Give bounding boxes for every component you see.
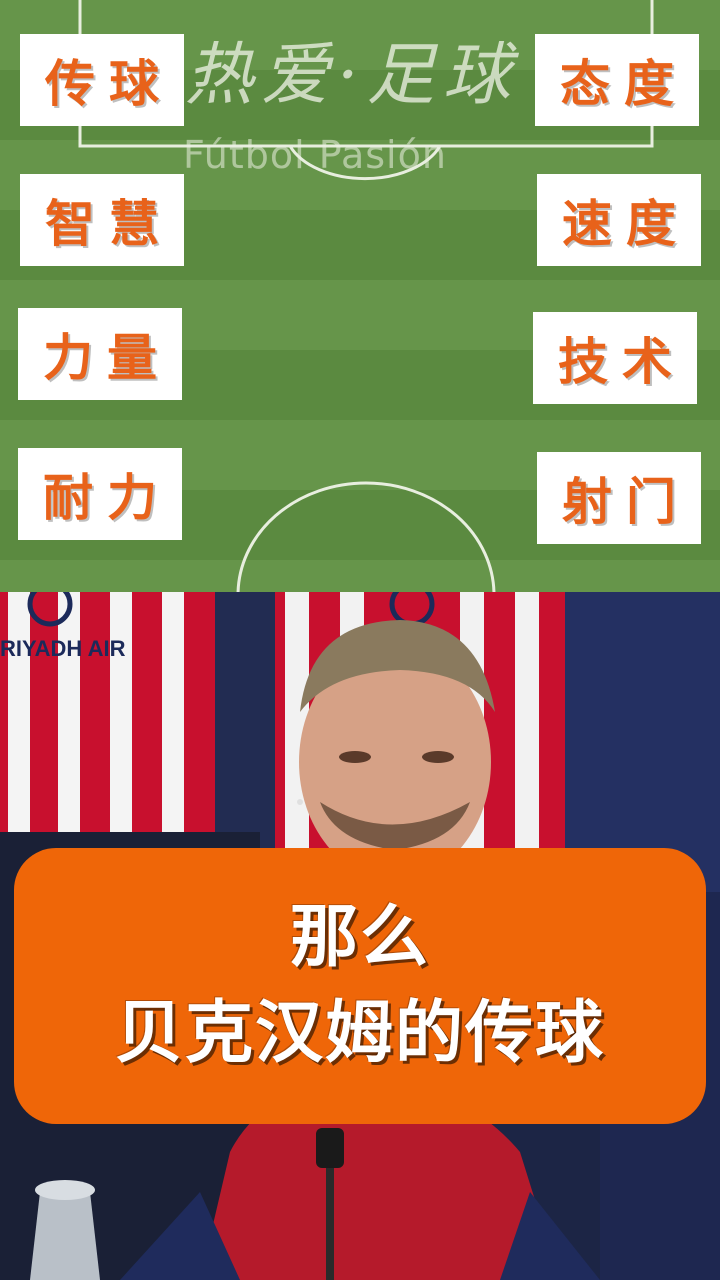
- caption-line-1: 那么: [289, 898, 430, 977]
- attribute-attitude: 态度: [535, 34, 699, 126]
- attribute-strength: 力量: [18, 308, 182, 400]
- attribute-speed: 速度: [537, 174, 701, 266]
- watermark-title: 热爱·足球: [185, 36, 519, 115]
- attribute-technique: 技术: [533, 312, 697, 404]
- subtitle-caption: 那么 贝克汉姆的传球: [14, 848, 706, 1124]
- attribute-wisdom: 智慧: [20, 174, 184, 266]
- trophy: [30, 1180, 100, 1280]
- attribute-passing: 传球: [20, 34, 184, 126]
- attribute-stamina: 耐力: [18, 448, 182, 540]
- attribute-shooting: 射门: [537, 452, 701, 544]
- football-pitch-panel: 热爱·足球 Fútbol Pasión 传球 智慧 力量 耐力 态度 速度 技术…: [0, 0, 720, 592]
- jersey-left: [0, 592, 215, 832]
- caption-line-2: 贝克汉姆的传球: [114, 994, 605, 1073]
- watermark-subtitle: Fútbol Pasión: [183, 133, 447, 177]
- sponsor-text: RIYADH AIR: [0, 636, 126, 661]
